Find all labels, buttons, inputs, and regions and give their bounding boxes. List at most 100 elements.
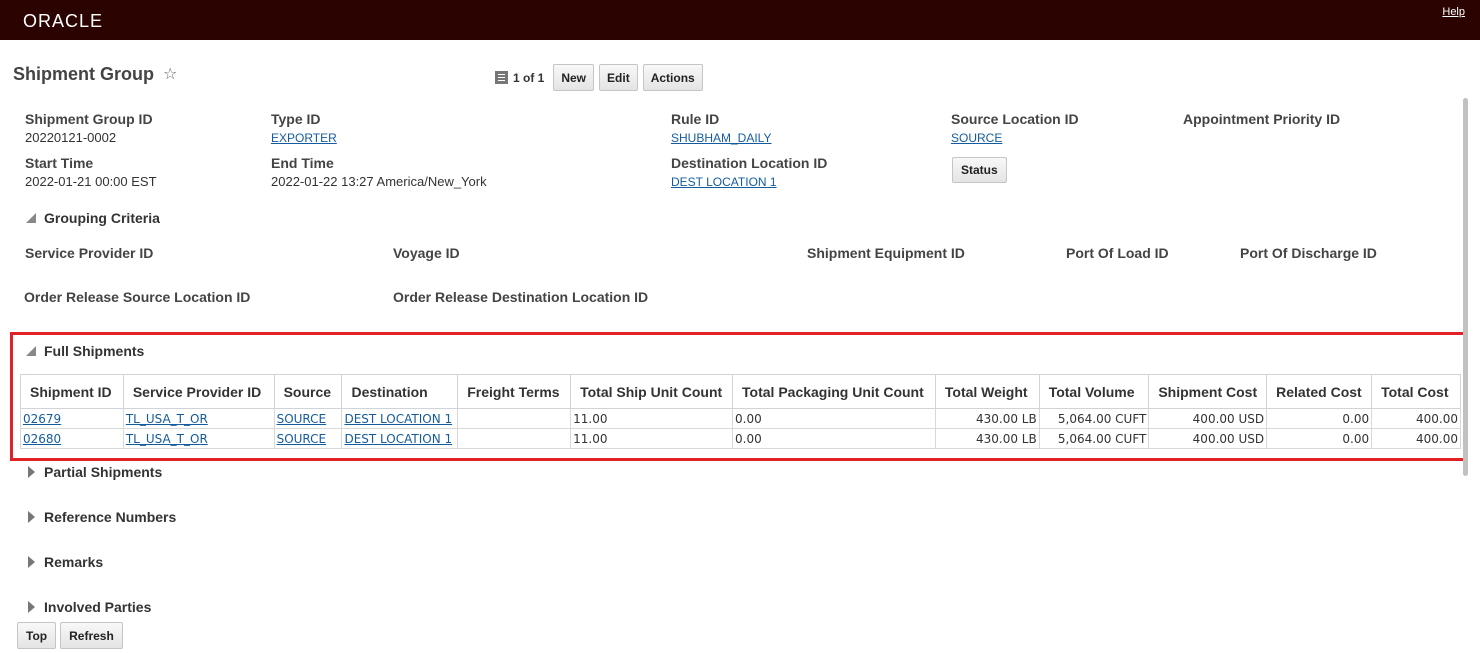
- actions-button[interactable]: Actions: [642, 64, 703, 91]
- source-location-link[interactable]: SOURCE: [951, 131, 1002, 145]
- label-order-release-source-location-id: Order Release Source Location ID: [24, 289, 251, 305]
- related-cost-cell: 0.00: [1266, 408, 1373, 429]
- label-service-provider-id: Service Provider ID: [25, 245, 154, 261]
- edit-button[interactable]: Edit: [599, 64, 638, 91]
- column-header[interactable]: Total Cost: [1371, 374, 1461, 409]
- table-row: 02680 TL_USA_T_OR SOURCE DEST LOCATION 1…: [20, 428, 1461, 449]
- partial-shipments-header[interactable]: Partial Shipments: [26, 464, 162, 480]
- field-value: 20220121-0002: [25, 130, 117, 145]
- section-title: Full Shipments: [44, 343, 145, 359]
- field-value: 2022-01-22 13:27 America/New_York: [271, 174, 487, 189]
- total-weight-cell: 430.00 LB: [934, 408, 1040, 429]
- label-port-of-discharge-id: Port Of Discharge ID: [1240, 245, 1377, 261]
- column-header[interactable]: Service Provider ID: [122, 374, 275, 409]
- total-volume-cell: 5,064.00 CUFT: [1038, 428, 1150, 449]
- destination-link[interactable]: DEST LOCATION 1: [344, 412, 452, 426]
- packaging-unit-count-cell: 0.00: [732, 408, 936, 429]
- vertical-scrollbar[interactable]: [1463, 98, 1468, 476]
- column-header[interactable]: Total Ship Unit Count: [570, 374, 734, 409]
- rule-id-link[interactable]: SHUBHAM_DAILY: [671, 131, 771, 145]
- field-appointment-priority-id: Appointment Priority ID: [1183, 111, 1340, 127]
- full-shipments-header[interactable]: Full Shipments: [26, 343, 144, 359]
- type-id-link[interactable]: EXPORTER: [271, 131, 337, 145]
- label-port-of-load-id: Port Of Load ID: [1066, 245, 1169, 261]
- ship-unit-count-cell: 11.00: [570, 428, 734, 449]
- list-icon[interactable]: [495, 71, 508, 84]
- total-volume-cell: 5,064.00 CUFT: [1038, 408, 1150, 429]
- label-order-release-destination-location-id: Order Release Destination Location ID: [393, 289, 649, 305]
- column-header[interactable]: Source: [273, 374, 343, 409]
- shipment-id-link[interactable]: 02679: [23, 412, 61, 426]
- help-link[interactable]: Help: [1442, 6, 1465, 18]
- packaging-unit-count-cell: 0.00: [732, 428, 936, 449]
- total-cost-cell: 400.00: [1371, 428, 1461, 449]
- column-header[interactable]: Total Volume: [1038, 374, 1150, 409]
- top-button[interactable]: Top: [17, 622, 57, 649]
- label-shipment-equipment-id: Shipment Equipment ID: [807, 245, 965, 261]
- expand-triangle-icon: [28, 466, 35, 478]
- column-header[interactable]: Destination: [341, 374, 459, 409]
- expand-triangle-icon: [28, 511, 35, 523]
- column-header[interactable]: Freight Terms: [457, 374, 572, 409]
- reference-numbers-header[interactable]: Reference Numbers: [26, 509, 176, 525]
- field-source-location-id: Source Location ID SOURCE: [951, 111, 1079, 145]
- involved-parties-header[interactable]: Involved Parties: [26, 599, 151, 615]
- column-header[interactable]: Shipment ID: [20, 374, 124, 409]
- new-button[interactable]: New: [553, 64, 595, 91]
- column-header[interactable]: Total Weight: [934, 374, 1040, 409]
- table-header-row: Shipment ID Service Provider ID Source D…: [20, 374, 1461, 409]
- footer-buttons: Top Refresh: [17, 622, 123, 649]
- full-shipments-table: Shipment ID Service Provider ID Source D…: [20, 374, 1461, 449]
- field-label: Start Time: [25, 155, 94, 171]
- section-title: Reference Numbers: [44, 509, 177, 525]
- shipment-id-link[interactable]: 02680: [23, 432, 61, 446]
- total-cost-cell: 400.00: [1371, 408, 1461, 429]
- grouping-criteria-header[interactable]: Grouping Criteria: [26, 210, 160, 226]
- record-pager: 1 of 1 New Edit Actions: [495, 64, 703, 91]
- top-bar: ORACLE Help: [0, 0, 1480, 40]
- total-weight-cell: 430.00 LB: [934, 428, 1040, 449]
- shipment-cost-cell: 400.00 USD: [1148, 408, 1268, 429]
- collapse-triangle-icon: [26, 346, 36, 356]
- field-label: Shipment Group ID: [25, 111, 153, 127]
- column-header[interactable]: Shipment Cost: [1148, 374, 1268, 409]
- section-title: Partial Shipments: [44, 464, 163, 480]
- section-title: Grouping Criteria: [44, 210, 160, 226]
- column-header[interactable]: Related Cost: [1266, 374, 1373, 409]
- remarks-header[interactable]: Remarks: [26, 554, 103, 570]
- field-type-id: Type ID EXPORTER: [271, 111, 337, 145]
- service-provider-link[interactable]: TL_USA_T_OR: [126, 432, 208, 446]
- field-end-time: End Time 2022-01-22 13:27 America/New_Yo…: [271, 155, 487, 189]
- field-start-time: Start Time 2022-01-21 00:00 EST: [25, 155, 157, 189]
- expand-triangle-icon: [28, 556, 35, 568]
- field-rule-id: Rule ID SHUBHAM_DAILY: [671, 111, 771, 145]
- destination-location-link[interactable]: DEST LOCATION 1: [671, 175, 777, 189]
- field-label: End Time: [271, 155, 334, 171]
- section-title: Remarks: [44, 554, 104, 570]
- shipment-cost-cell: 400.00 USD: [1148, 428, 1268, 449]
- source-link[interactable]: SOURCE: [277, 412, 327, 426]
- favorite-star-icon[interactable]: ☆: [163, 64, 177, 84]
- table-row: 02679 TL_USA_T_OR SOURCE DEST LOCATION 1…: [20, 408, 1461, 429]
- related-cost-cell: 0.00: [1266, 428, 1373, 449]
- expand-triangle-icon: [28, 601, 35, 613]
- label-voyage-id: Voyage ID: [393, 245, 460, 261]
- source-link[interactable]: SOURCE: [277, 432, 327, 446]
- oracle-logo: ORACLE: [23, 11, 104, 31]
- destination-link[interactable]: DEST LOCATION 1: [344, 432, 452, 446]
- field-destination-location-id: Destination Location ID DEST LOCATION 1: [671, 155, 827, 189]
- pager-count: 1 of 1: [513, 70, 545, 85]
- freight-terms-cell: [457, 428, 572, 449]
- status-button[interactable]: Status: [952, 157, 1007, 183]
- field-shipment-group-id: Shipment Group ID 20220121-0002: [25, 111, 153, 145]
- column-header[interactable]: Total Packaging Unit Count: [732, 374, 936, 409]
- field-value: 2022-01-21 00:00 EST: [25, 174, 157, 189]
- field-label: Rule ID: [671, 111, 720, 127]
- collapse-triangle-icon: [26, 213, 36, 223]
- freight-terms-cell: [457, 408, 572, 429]
- service-provider-link[interactable]: TL_USA_T_OR: [126, 412, 208, 426]
- refresh-button[interactable]: Refresh: [60, 622, 123, 649]
- field-label: Destination Location ID: [671, 155, 828, 171]
- field-label: Source Location ID: [951, 111, 1079, 127]
- page-title: Shipment Group: [13, 64, 154, 84]
